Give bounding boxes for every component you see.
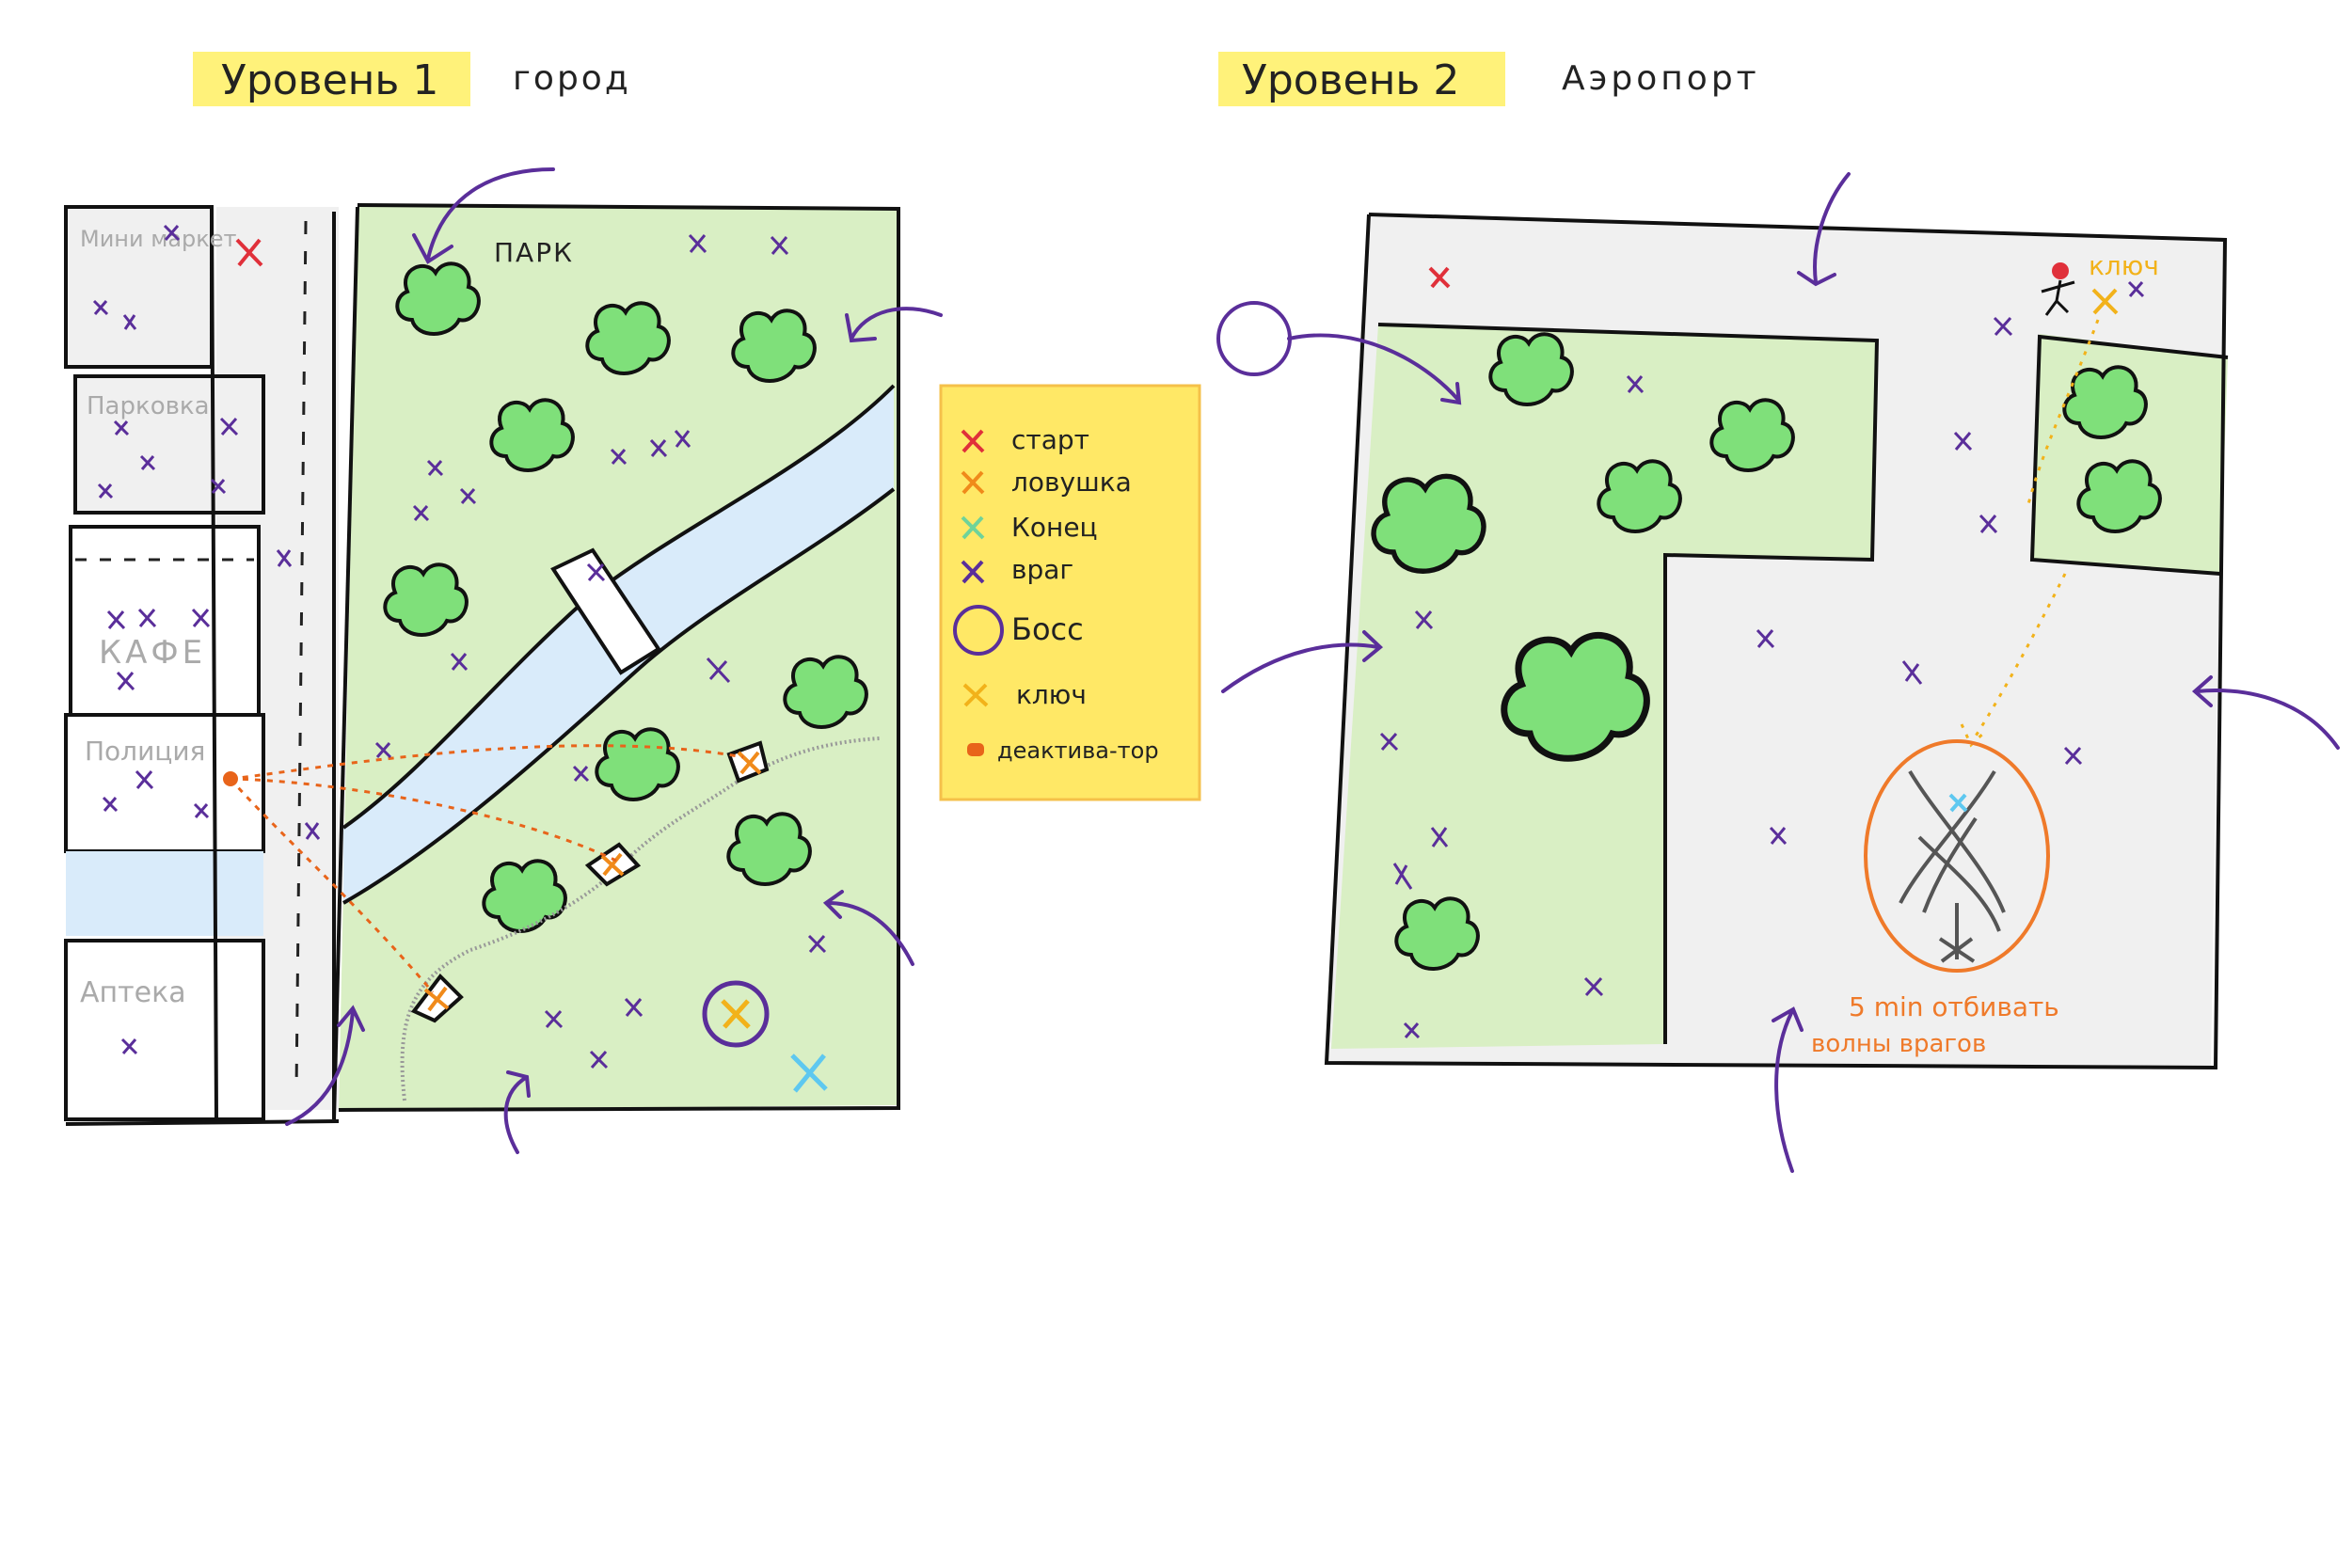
legend-trap-label: ловушка: [1011, 467, 1132, 498]
level2-subtitle: Аэропорт: [1562, 59, 1760, 98]
level1-badge: Уровень 1: [221, 56, 438, 104]
level-design-sketch: Уровень 1 город Уровень 2 Аэропорт Мини …: [64, 52, 2340, 1173]
label-parking: Парковка: [87, 392, 210, 420]
building-pharmacy: [64, 939, 265, 1121]
legend: старт ловушка Конец враг Босс ключ деакт…: [939, 384, 1201, 801]
park-label: ПАРК: [494, 237, 574, 268]
building-cafe: [69, 525, 261, 717]
key-label: ключ: [2089, 250, 2159, 281]
label-police: Полиция: [85, 736, 205, 767]
legend-end-label: Конец: [1011, 512, 1098, 543]
level1-subtitle: город: [513, 59, 631, 98]
legend-boss-label: Босс: [1011, 611, 1084, 647]
level2-badge: Уровень 2: [1242, 56, 1459, 104]
legend-start-label: старт: [1011, 424, 1089, 455]
legend-deactivator-label: деактива-тор: [997, 737, 1159, 764]
small-river: [66, 851, 263, 936]
legend-key-label: ключ: [1016, 679, 1087, 710]
boss-note-line1: 5 min отбивать: [1849, 991, 2059, 1022]
boss-circle-icon: [1216, 301, 1292, 376]
label-cafe: КАФЕ: [99, 634, 206, 672]
level2-map: ключ 5 min отбивать волны врагов: [1216, 172, 2340, 1173]
label-pharmacy: Аптека: [80, 976, 186, 1009]
legend-enemy-label: враг: [1011, 554, 1073, 585]
legend-deactivator-icon: [967, 743, 984, 756]
level2-title: Уровень 2 Аэропорт: [1218, 52, 1760, 106]
boss-note-line2: волны врагов: [1811, 1030, 1986, 1058]
level1-title: Уровень 1 город: [193, 52, 631, 106]
label-minimarket: Мини маркет: [80, 226, 237, 252]
level1-map: Мини маркет Парковка КАФЕ Полиция Аптека…: [64, 167, 943, 1154]
